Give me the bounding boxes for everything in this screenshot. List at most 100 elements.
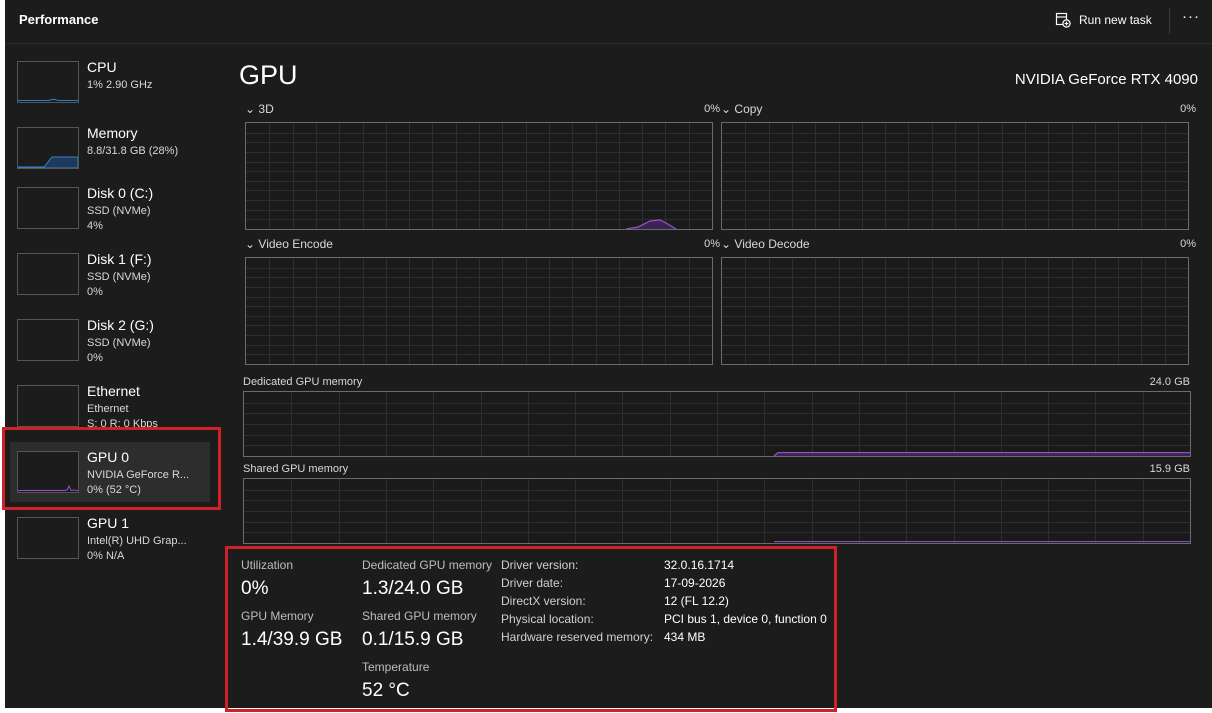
driver-version-value: 32.0.16.1714 (664, 558, 735, 572)
sidebar-item-gpu-1[interactable]: GPU 1 Intel(R) UHD Grap... 0% N/A (10, 508, 210, 568)
toolbar-divider (1169, 8, 1170, 34)
engine-percent: 0% (704, 103, 720, 115)
sidebar-item-detail: 1% 2.90 GHz (87, 79, 153, 91)
graph-grid (722, 123, 1188, 229)
sidebar-item-disk-1[interactable]: Disk 1 (F:) SSD (NVMe) 0% (10, 244, 210, 304)
disk-2-thumbnail-graph (17, 319, 79, 361)
sidebar-item-detail: SSD (NVMe) (87, 337, 151, 349)
shared-memory-value: 0.1/15.9 GB (362, 629, 464, 650)
sidebar-item-detail: SSD (NVMe) (87, 205, 151, 217)
graph-3d (245, 122, 713, 230)
dedicated-memory-label: Dedicated GPU memory (362, 558, 493, 572)
graph-grid (244, 392, 1190, 456)
driver-date-label: Driver date: (501, 576, 564, 590)
engine-selector-copy[interactable]: ⌄ Copy (721, 102, 762, 116)
sidebar-item-detail: 0% (87, 286, 103, 298)
reserved-memory-label: Hardware reserved memory: (501, 630, 654, 644)
sidebar-item-detail: NVIDIA GeForce R... (87, 469, 190, 481)
chevron-down-icon: ⌄ (245, 102, 256, 116)
sidebar-item-detail: S: 0 R: 0 Kbps (87, 418, 158, 430)
sidebar: CPU 1% 2.90 GHz Memory 8.8/31.8 GB (28%)… (5, 44, 220, 708)
sidebar-item-ethernet[interactable]: Ethernet Ethernet S: 0 R: 0 Kbps (10, 376, 210, 436)
memory-thumbnail-graph (17, 127, 79, 169)
ethernet-thumbnail-graph (17, 385, 79, 427)
sidebar-item-cpu[interactable]: CPU 1% 2.90 GHz (10, 52, 210, 112)
disk-1-thumbnail-graph (17, 253, 79, 295)
sidebar-item-label: Ethernet (87, 383, 140, 399)
graph-dedicated-memory (243, 391, 1191, 457)
sidebar-item-detail: Intel(R) UHD Grap... (87, 535, 187, 547)
task-manager-window: Performance Run new task ··· CPU 1% 2.90… (5, 0, 1212, 708)
graph-video-encode (245, 257, 713, 365)
graph-grid (244, 479, 1190, 543)
chevron-down-icon: ⌄ (721, 102, 732, 116)
sidebar-item-detail: 4% (87, 220, 103, 232)
shared-memory-max: 15.9 GB (1149, 463, 1190, 475)
temperature-value: 52 °C (362, 680, 410, 701)
cpu-thumbnail-graph (17, 61, 79, 103)
sidebar-item-label: CPU (87, 59, 117, 75)
graph-grid (246, 123, 712, 229)
utilization-label: Utilization (241, 558, 294, 572)
run-new-task-label: Run new task (1079, 13, 1152, 27)
sidebar-item-label: Memory (87, 125, 138, 141)
gpu-0-thumbnail-graph (17, 451, 79, 493)
sidebar-item-gpu-0[interactable]: GPU 0 NVIDIA GeForce R... 0% (52 °C) (10, 442, 210, 502)
reserved-memory-value: 434 MB (664, 630, 706, 644)
engine-label: 3D (258, 102, 274, 116)
physical-location-label: Physical location: (501, 612, 594, 626)
engine-selector-video-encode[interactable]: ⌄ Video Encode (245, 237, 333, 251)
physical-location-value: PCI bus 1, device 0, function 0 (664, 612, 827, 626)
directx-version-label: DirectX version: (501, 594, 586, 608)
sidebar-item-detail: 0% (52 °C) (87, 484, 141, 496)
engine-label: Copy (734, 102, 763, 116)
shared-memory-label: Shared GPU memory (362, 609, 477, 623)
sidebar-item-detail: 0% (87, 352, 103, 364)
run-task-icon (1055, 12, 1071, 28)
sidebar-item-label: Disk 2 (G:) (87, 317, 154, 333)
sidebar-item-detail: 0% N/A (87, 550, 125, 562)
engine-percent: 0% (1180, 103, 1196, 115)
engine-percent: 0% (704, 238, 720, 250)
temperature-label: Temperature (362, 660, 430, 674)
gpu-memory-value: 1.4/39.9 GB (241, 629, 343, 650)
gpu-1-thumbnail-graph (17, 517, 79, 559)
graph-shared-memory (243, 478, 1191, 544)
sidebar-item-detail: Ethernet (87, 403, 129, 415)
page-heading: Performance (19, 12, 99, 27)
sidebar-item-label: Disk 1 (F:) (87, 251, 152, 267)
title-bar: Performance Run new task ··· (5, 0, 1212, 44)
graph-video-decode (721, 257, 1189, 365)
directx-version-value: 12 (FL 12.2) (664, 594, 729, 608)
disk-0-thumbnail-graph (17, 187, 79, 229)
sidebar-item-label: GPU 1 (87, 515, 130, 531)
engine-selector-video-decode[interactable]: ⌄ Video Decode (721, 237, 810, 251)
gpu-device-name: NVIDIA GeForce RTX 4090 (1014, 71, 1198, 88)
dedicated-memory-max: 24.0 GB (1149, 376, 1190, 388)
sidebar-item-label: GPU 0 (87, 449, 130, 465)
dedicated-memory-value: 1.3/24.0 GB (362, 578, 464, 599)
graph-copy (721, 122, 1189, 230)
engine-label: Video Encode (258, 237, 333, 251)
graph-grid (246, 258, 712, 364)
more-options-button[interactable]: ··· (1180, 9, 1202, 30)
sidebar-item-label: Disk 0 (C:) (87, 185, 154, 201)
sidebar-item-detail: SSD (NVMe) (87, 271, 151, 283)
gpu-detail-pane: GPU NVIDIA GeForce RTX 4090 ⌄ 3D 0% ⌄ Co… (220, 44, 1212, 708)
chevron-down-icon: ⌄ (245, 237, 256, 251)
run-new-task-button[interactable]: Run new task (1055, 10, 1152, 30)
sidebar-item-detail: 8.8/31.8 GB (28%) (87, 145, 179, 157)
driver-date-value: 17-09-2026 (664, 576, 726, 590)
engine-selector-3d[interactable]: ⌄ 3D (245, 102, 274, 116)
shared-memory-graph-label: Shared GPU memory (243, 463, 349, 475)
sidebar-item-memory[interactable]: Memory 8.8/31.8 GB (28%) (10, 118, 210, 178)
dedicated-memory-graph-label: Dedicated GPU memory (243, 376, 363, 388)
sidebar-item-disk-2[interactable]: Disk 2 (G:) SSD (NVMe) 0% (10, 310, 210, 370)
sidebar-item-disk-0[interactable]: Disk 0 (C:) SSD (NVMe) 4% (10, 178, 210, 238)
graph-grid (722, 258, 1188, 364)
chevron-down-icon: ⌄ (721, 237, 732, 251)
engine-percent: 0% (1180, 238, 1196, 250)
engine-label: Video Decode (734, 237, 810, 251)
utilization-value: 0% (241, 578, 269, 599)
driver-version-label: Driver version: (501, 558, 579, 572)
